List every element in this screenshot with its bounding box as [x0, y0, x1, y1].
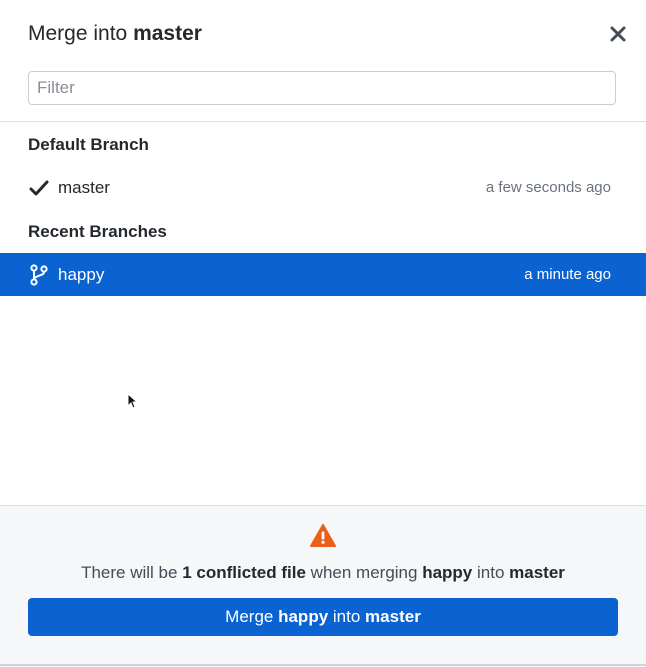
filter-input[interactable]	[29, 72, 615, 104]
merge-button[interactable]: Merge happy into master	[28, 598, 618, 636]
msg-prefix: There will be	[81, 563, 178, 582]
git-branch-icon	[28, 264, 50, 286]
filter-field[interactable]	[28, 71, 616, 105]
merge-button-source: happy	[278, 607, 329, 626]
divider	[0, 121, 646, 122]
branch-name: master	[58, 178, 110, 197]
merge-dialog: Merge into master Default Branch master …	[0, 0, 646, 667]
default-branch-heading: Default Branch	[28, 135, 149, 154]
msg-source-branch: happy	[422, 563, 473, 582]
branch-time: a few seconds ago	[485, 179, 611, 196]
title-branch: master	[133, 22, 202, 45]
conflict-count: 1 conflicted file	[182, 563, 306, 582]
close-icon[interactable]	[606, 22, 630, 46]
merge-button-joiner: into	[332, 607, 361, 626]
merge-footer: There will be 1 conflicted file when mer…	[0, 505, 646, 667]
msg-target-branch: master	[509, 563, 565, 582]
dialog-title: Merge into master	[28, 22, 202, 46]
merge-button-target: master	[365, 607, 421, 626]
title-prefix: Merge into	[28, 22, 128, 45]
msg-middle: when merging	[310, 563, 418, 582]
dialog-header: Merge into master	[0, 0, 646, 70]
conflict-message: There will be 1 conflicted file when mer…	[0, 563, 646, 583]
msg-joiner: into	[476, 563, 505, 582]
branch-time: a minute ago	[524, 266, 611, 283]
merge-button-prefix: Merge	[225, 607, 274, 626]
branch-name: happy	[58, 265, 105, 284]
mouse-pointer-icon	[127, 392, 139, 409]
branch-item-happy[interactable]: happy a minute ago	[0, 253, 646, 296]
checkmark-icon	[28, 177, 50, 199]
branch-item-master[interactable]: master a few seconds ago	[0, 166, 646, 209]
recent-branches-heading: Recent Branches	[28, 222, 167, 241]
warning-icon	[310, 524, 336, 548]
